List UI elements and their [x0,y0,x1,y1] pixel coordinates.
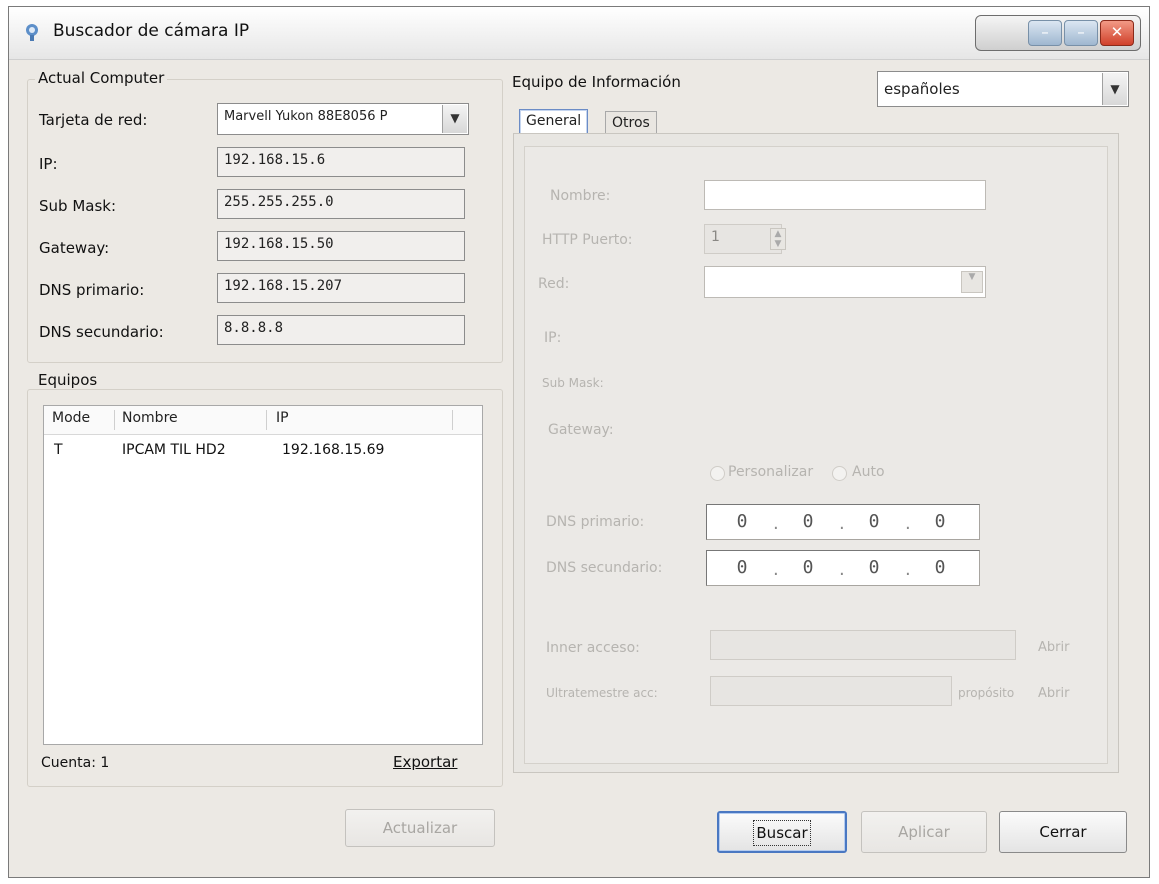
port-spinner-icon[interactable]: ▲ ▼ [770,228,786,250]
column-separator [266,410,267,430]
inner-access-label: Inner acceso: [546,640,640,656]
close-window-button[interactable]: ✕ [1100,20,1134,46]
inner-access-input[interactable] [710,630,1016,660]
window-controls: – – ✕ [975,15,1141,51]
column-separator [452,410,453,430]
dot-separator: . [773,513,779,534]
dot-separator: . [905,559,911,580]
http-port-label: HTTP Puerto: [542,232,633,248]
device-name-label: Nombre: [550,188,611,204]
dns2-octet[interactable]: 0 [793,557,823,578]
close-button-label: Cerrar [1039,823,1087,841]
update-button-label: Actualizar [382,819,458,837]
auto-radio[interactable] [832,466,847,481]
window-title: Buscador de cámara IP [53,21,250,41]
network-label: Red: [538,276,570,292]
maximize-icon: – [1077,23,1085,41]
devices-list[interactable]: Mode Nombre IP T IPCAM TIL HD2 192.168.1… [43,405,483,745]
apply-button[interactable]: Aplicar [861,811,987,853]
device-info-label: Equipo de Información [509,73,684,91]
dns-primary-label: DNS primario: [39,281,145,299]
dns1-octet[interactable]: 0 [793,511,823,532]
minimize-icon: – [1041,23,1049,41]
device-dns1-label: DNS primario: [546,514,645,530]
dns-secondary-ip-input[interactable]: 0 . 0 . 0 . 0 [706,550,980,586]
row-ip: 192.168.15.69 [282,442,385,458]
dot-separator: . [839,559,845,580]
network-select[interactable]: ▼ [704,266,986,298]
tab-general[interactable]: General [519,109,589,135]
dns2-octet[interactable]: 0 [859,557,889,578]
personalize-label: Personalizar [728,464,814,480]
device-name-input[interactable] [704,180,986,210]
purpose-label: propósito [958,686,1015,700]
export-link[interactable]: Exportar [393,753,457,771]
search-button[interactable]: Buscar [717,811,847,853]
device-count: Cuenta: 1 [41,755,110,771]
search-button-label: Buscar [753,820,811,846]
submask-field[interactable]: 255.255.255.0 [217,189,465,219]
outer-access-label: Ultratemestre acc: [546,686,658,700]
dns-secondary-label: DNS secundario: [39,323,164,341]
device-submask-label: Sub Mask: [542,376,604,390]
dns2-octet[interactable]: 0 [925,557,955,578]
dot-separator: . [839,513,845,534]
network-card-label: Tarjeta de red: [39,111,148,129]
outer-access-input[interactable] [710,676,952,706]
actual-computer-label: Actual Computer [35,69,168,87]
outer-open-link[interactable]: Abrir [1038,686,1069,701]
dns2-octet[interactable]: 0 [727,557,757,578]
inner-open-link[interactable]: Abrir [1038,640,1069,655]
gateway-label: Gateway: [39,239,110,257]
dns-primary-ip-input[interactable]: 0 . 0 . 0 . 0 [706,504,980,540]
submask-label: Sub Mask: [39,197,117,215]
app-window: Buscador de cámara IP – – ✕ Actual Compu… [8,6,1150,878]
apply-button-label: Aplicar [898,823,950,841]
device-gateway-label: Gateway: [548,422,614,438]
auto-label: Auto [852,464,885,480]
dns1-octet[interactable]: 0 [925,511,955,532]
table-row[interactable]: T IPCAM TIL HD2 192.168.15.69 [44,436,482,462]
network-card-select[interactable]: Marvell Yukon 88E8056 P ▼ [217,103,469,135]
column-ip[interactable]: IP [276,410,289,426]
column-name[interactable]: Nombre [122,410,178,426]
ip-label: IP: [39,155,58,173]
update-button[interactable]: Actualizar [345,809,495,847]
maximize-button[interactable]: – [1064,20,1098,46]
column-mode[interactable]: Mode [52,410,90,426]
device-dns2-label: DNS secundario: [546,560,663,576]
chevron-down-icon[interactable]: ▼ [961,271,983,293]
dns-secondary-field[interactable]: 8.8.8.8 [217,315,465,345]
dot-separator: . [905,513,911,534]
chevron-down-icon[interactable]: ▼ [442,105,467,133]
row-name: IPCAM TIL HD2 [122,442,226,458]
title-bar: Buscador de cámara IP – – ✕ [9,7,1149,60]
minimize-button[interactable]: – [1028,20,1062,46]
close-button[interactable]: Cerrar [999,811,1127,853]
chevron-down-icon[interactable]: ▼ [1102,73,1127,105]
column-separator [114,410,115,430]
network-card-value: Marvell Yukon 88E8056 P [224,109,388,124]
dns1-octet[interactable]: 0 [727,511,757,532]
gateway-field[interactable]: 192.168.15.50 [217,231,465,261]
devices-list-header: Mode Nombre IP [44,406,482,435]
dns1-octet[interactable]: 0 [859,511,889,532]
close-icon: ✕ [1110,23,1124,41]
dns-primary-field[interactable]: 192.168.15.207 [217,273,465,303]
dot-separator: . [773,559,779,580]
camera-app-icon [26,24,38,41]
device-ip-label: IP: [544,330,562,346]
ip-field[interactable]: 192.168.15.6 [217,147,465,177]
general-tab-panel: Nombre: HTTP Puerto: 1 ▲ ▼ Red: ▼ IP: Sub… [513,133,1119,773]
language-select[interactable]: españoles ▼ [877,71,1129,107]
language-value: españoles [884,80,960,98]
row-mode: T [54,442,63,458]
devices-label: Equipos [35,371,101,389]
personalize-radio[interactable] [710,466,725,481]
